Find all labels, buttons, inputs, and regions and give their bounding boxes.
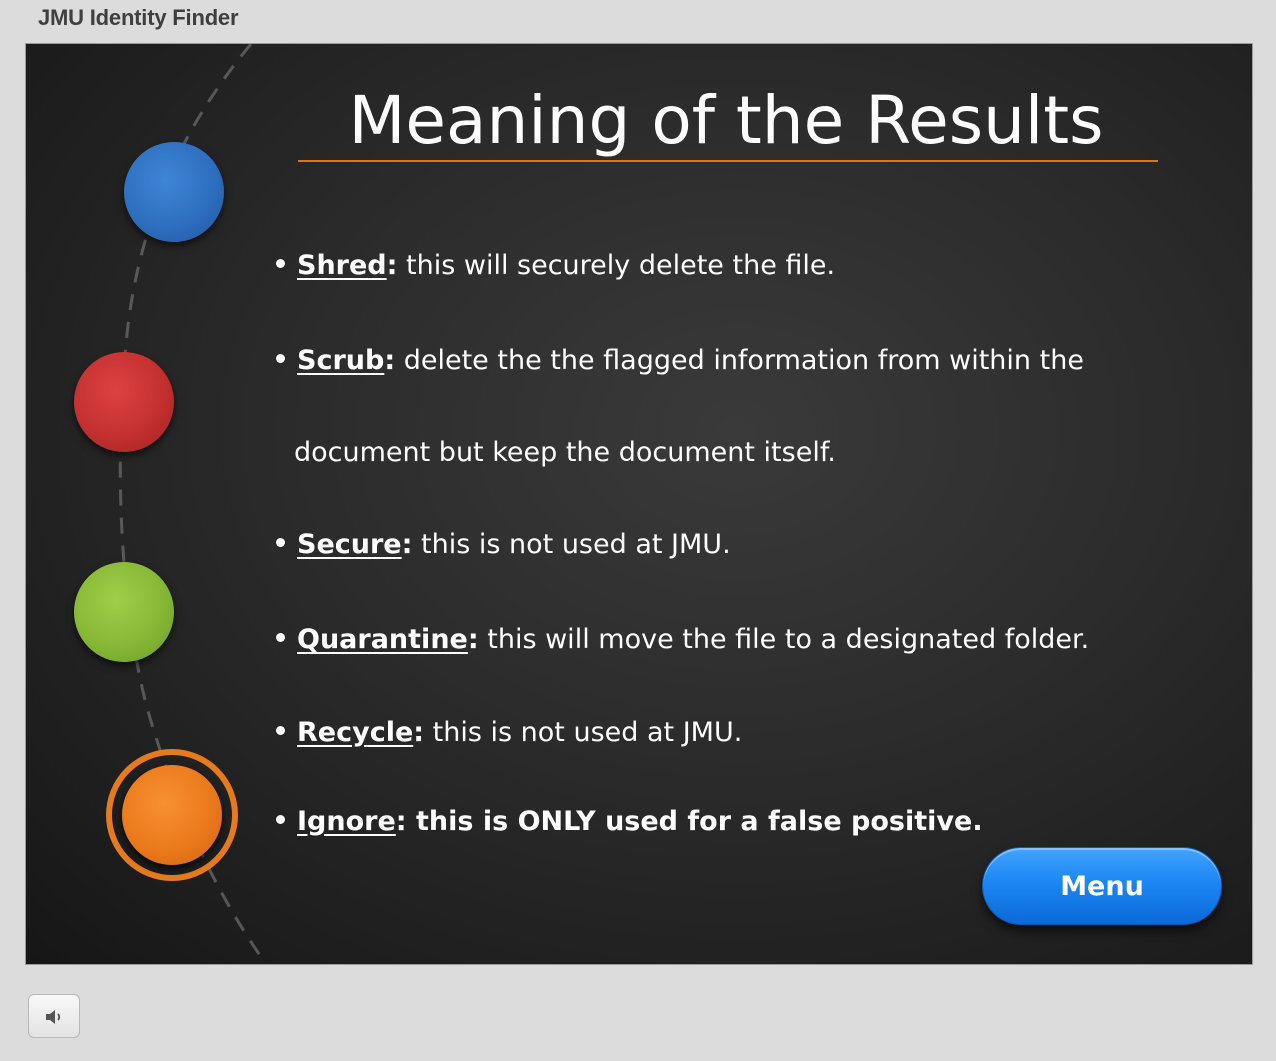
term-label: Recycle [297, 717, 414, 748]
list-item-ignore: Ignore: this is ONLY used for a false po… [276, 806, 983, 837]
bullet-icon [276, 726, 285, 735]
audio-toggle-button[interactable] [28, 994, 80, 1038]
list-item-secure: Secure: this is not used at JMU. [276, 529, 731, 560]
term-description: delete the the flagged information from … [395, 345, 1084, 376]
term-description: this is ONLY used for a false positive. [406, 806, 983, 837]
term-colon: : [386, 250, 398, 281]
list-item-scrub: Scrub: delete the the flagged informatio… [276, 345, 1084, 376]
term-label: Ignore [297, 806, 396, 837]
list-item-shred: Shred: this will securely delete the fil… [276, 250, 835, 281]
term-colon: : [384, 345, 396, 376]
bullet-icon [276, 538, 285, 547]
term-colon: : [467, 624, 479, 655]
term-colon: : [401, 529, 413, 560]
term-label: Quarantine [297, 624, 468, 655]
term-label: Secure [297, 529, 402, 560]
term-description: this is not used at JMU. [412, 529, 731, 560]
blue-circle [124, 142, 224, 242]
red-circle [74, 352, 174, 452]
term-label: Scrub [297, 345, 385, 376]
slide-title: Meaning of the Results [348, 82, 1104, 159]
term-colon: : [413, 717, 425, 748]
app-title: JMU Identity Finder [38, 5, 239, 30]
term-description: this will move the file to a designated … [478, 624, 1090, 655]
orange-circle [122, 765, 222, 865]
bullet-icon [276, 259, 285, 268]
bullet-icon [276, 354, 285, 363]
speaker-icon [46, 1010, 61, 1024]
term-description: this will securely delete the file. [397, 250, 836, 281]
menu-button[interactable]: Menu [982, 847, 1222, 925]
term-description: this is not used at JMU. [424, 717, 743, 748]
list-item-quarantine: Quarantine: this will move the file to a… [276, 624, 1089, 655]
title-underline [298, 160, 1158, 162]
list-item-recycle: Recycle: this is not used at JMU. [276, 717, 742, 748]
term-label: Shred [297, 250, 387, 281]
term-colon: : [395, 806, 407, 837]
bullet-icon [276, 633, 285, 642]
slide: Meaning of the Results Shred: this will … [26, 44, 1252, 964]
green-circle [74, 562, 174, 662]
list-item-scrub-continuation: document but keep the document itself. [294, 437, 836, 468]
bullet-icon [276, 815, 285, 824]
